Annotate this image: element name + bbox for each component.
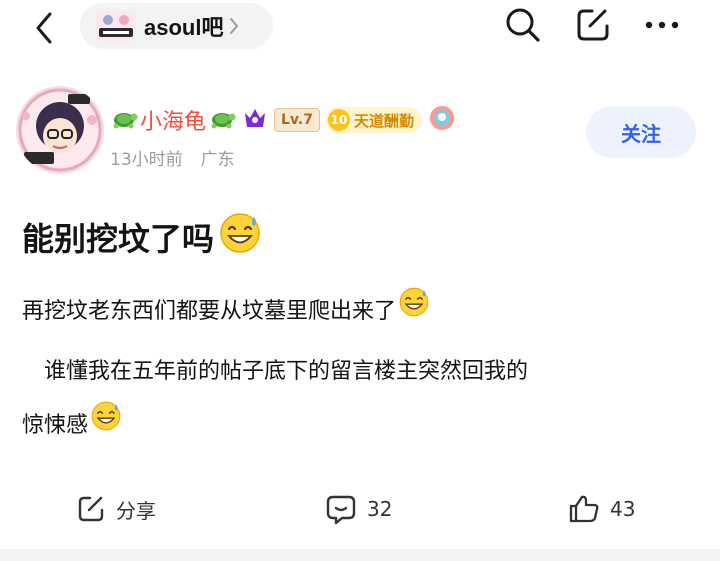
turtle-icon [208,104,236,136]
post-title-row: 能别挖坟了吗 [22,211,262,263]
thumbs-up-icon [569,495,599,523]
follow-button[interactable]: 关注 [586,106,696,158]
paragraph-2-line-1: 谁懂我在五年前的帖子底下的留言楼主突然回我的 [22,359,529,384]
author-avatar[interactable] [16,86,104,174]
like-button[interactable]: 43 [568,486,635,532]
share-icon [78,496,104,522]
sweat-smile-icon [218,211,262,263]
action-bar: 分享 32 43 [0,486,720,532]
back-arrow-icon [36,12,52,44]
share-label: 分享 [116,498,156,523]
section-divider [0,549,720,561]
sweat-smile-icon [90,399,122,453]
author-line: 小海龟 Lv.7 10 天道酬勤 [110,102,456,138]
post-location: 广东 [200,150,235,170]
paragraph-1-text: 再挖坟老东西们都要从坟墓里爬出来了 [22,299,397,324]
comment-button[interactable]: 32 [325,486,392,532]
back-button[interactable] [24,8,64,48]
post-time: 13小时前 [110,150,183,170]
title-number: 10 [327,109,350,131]
paragraph-2-line-2: 惊悚感 [22,413,89,438]
author-name[interactable]: 小海龟 [140,104,206,136]
comment-count: 32 [367,497,393,521]
more-button[interactable] [642,5,682,45]
top-bar: asoul吧 [0,0,720,56]
post-paragraph-2: 谁懂我在五年前的帖子底下的留言楼主突然回我的 惊悚感 [22,345,712,453]
post-title: 能别挖坟了吗 [22,220,215,258]
level-badge: Lv.7 [274,108,320,132]
forum-logo [96,11,136,41]
like-count: 43 [610,497,636,521]
more-icon [645,21,679,29]
crown-icon [242,105,268,135]
sweat-smile-icon [398,285,430,339]
title-badge: 10 天道酬勤 [325,107,422,133]
chevron-right-icon [229,17,239,35]
edit-button[interactable] [573,5,613,45]
search-icon [506,8,540,42]
title-label: 天道酬勤 [353,111,414,130]
forum-name: asoul吧 [144,15,224,40]
post-meta: 13小时前 广东 [110,145,235,170]
forum-link[interactable]: asoul吧 [80,3,273,49]
comment-icon [326,495,356,525]
search-button[interactable] [503,5,543,45]
turtle-icon [110,104,138,136]
edit-icon [577,9,609,41]
post-paragraph-1: 再挖坟老东西们都要从坟墓里爬出来了 [22,285,702,339]
share-button[interactable]: 分享 [76,486,156,532]
fan-badge-icon [428,104,456,136]
